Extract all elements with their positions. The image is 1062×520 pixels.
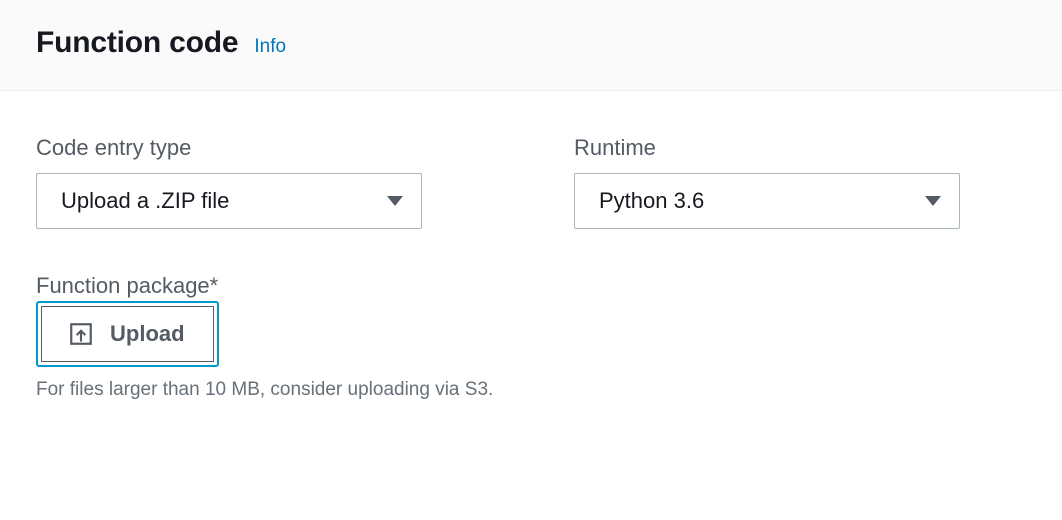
upload-hint: For files larger than 10 MB, consider up… [36,379,1026,401]
runtime-select[interactable]: Python 3.6 [574,173,960,229]
content-area: Code entry type Upload a .ZIP file Runti… [0,91,1062,401]
code-entry-value: Upload a .ZIP file [61,188,229,214]
function-package-label: Function package* [36,273,218,298]
runtime-value: Python 3.6 [599,188,704,214]
upload-button-label: Upload [110,321,185,347]
caret-down-icon [925,196,941,206]
upload-button[interactable]: Upload [41,306,214,362]
field-row: Code entry type Upload a .ZIP file Runti… [36,135,1026,229]
runtime-label: Runtime [574,135,960,161]
section-title: Function code [36,26,238,60]
upload-icon [68,321,94,347]
info-link[interactable]: Info [254,36,286,58]
code-entry-field: Code entry type Upload a .ZIP file [36,135,422,229]
upload-button-focus-ring: Upload [36,301,219,367]
section-header: Function code Info [0,0,1062,91]
caret-down-icon [387,196,403,206]
runtime-field: Runtime Python 3.6 [574,135,960,229]
code-entry-select[interactable]: Upload a .ZIP file [36,173,422,229]
function-package-section: Function package* Upload For files large… [36,273,1026,401]
code-entry-label: Code entry type [36,135,422,161]
